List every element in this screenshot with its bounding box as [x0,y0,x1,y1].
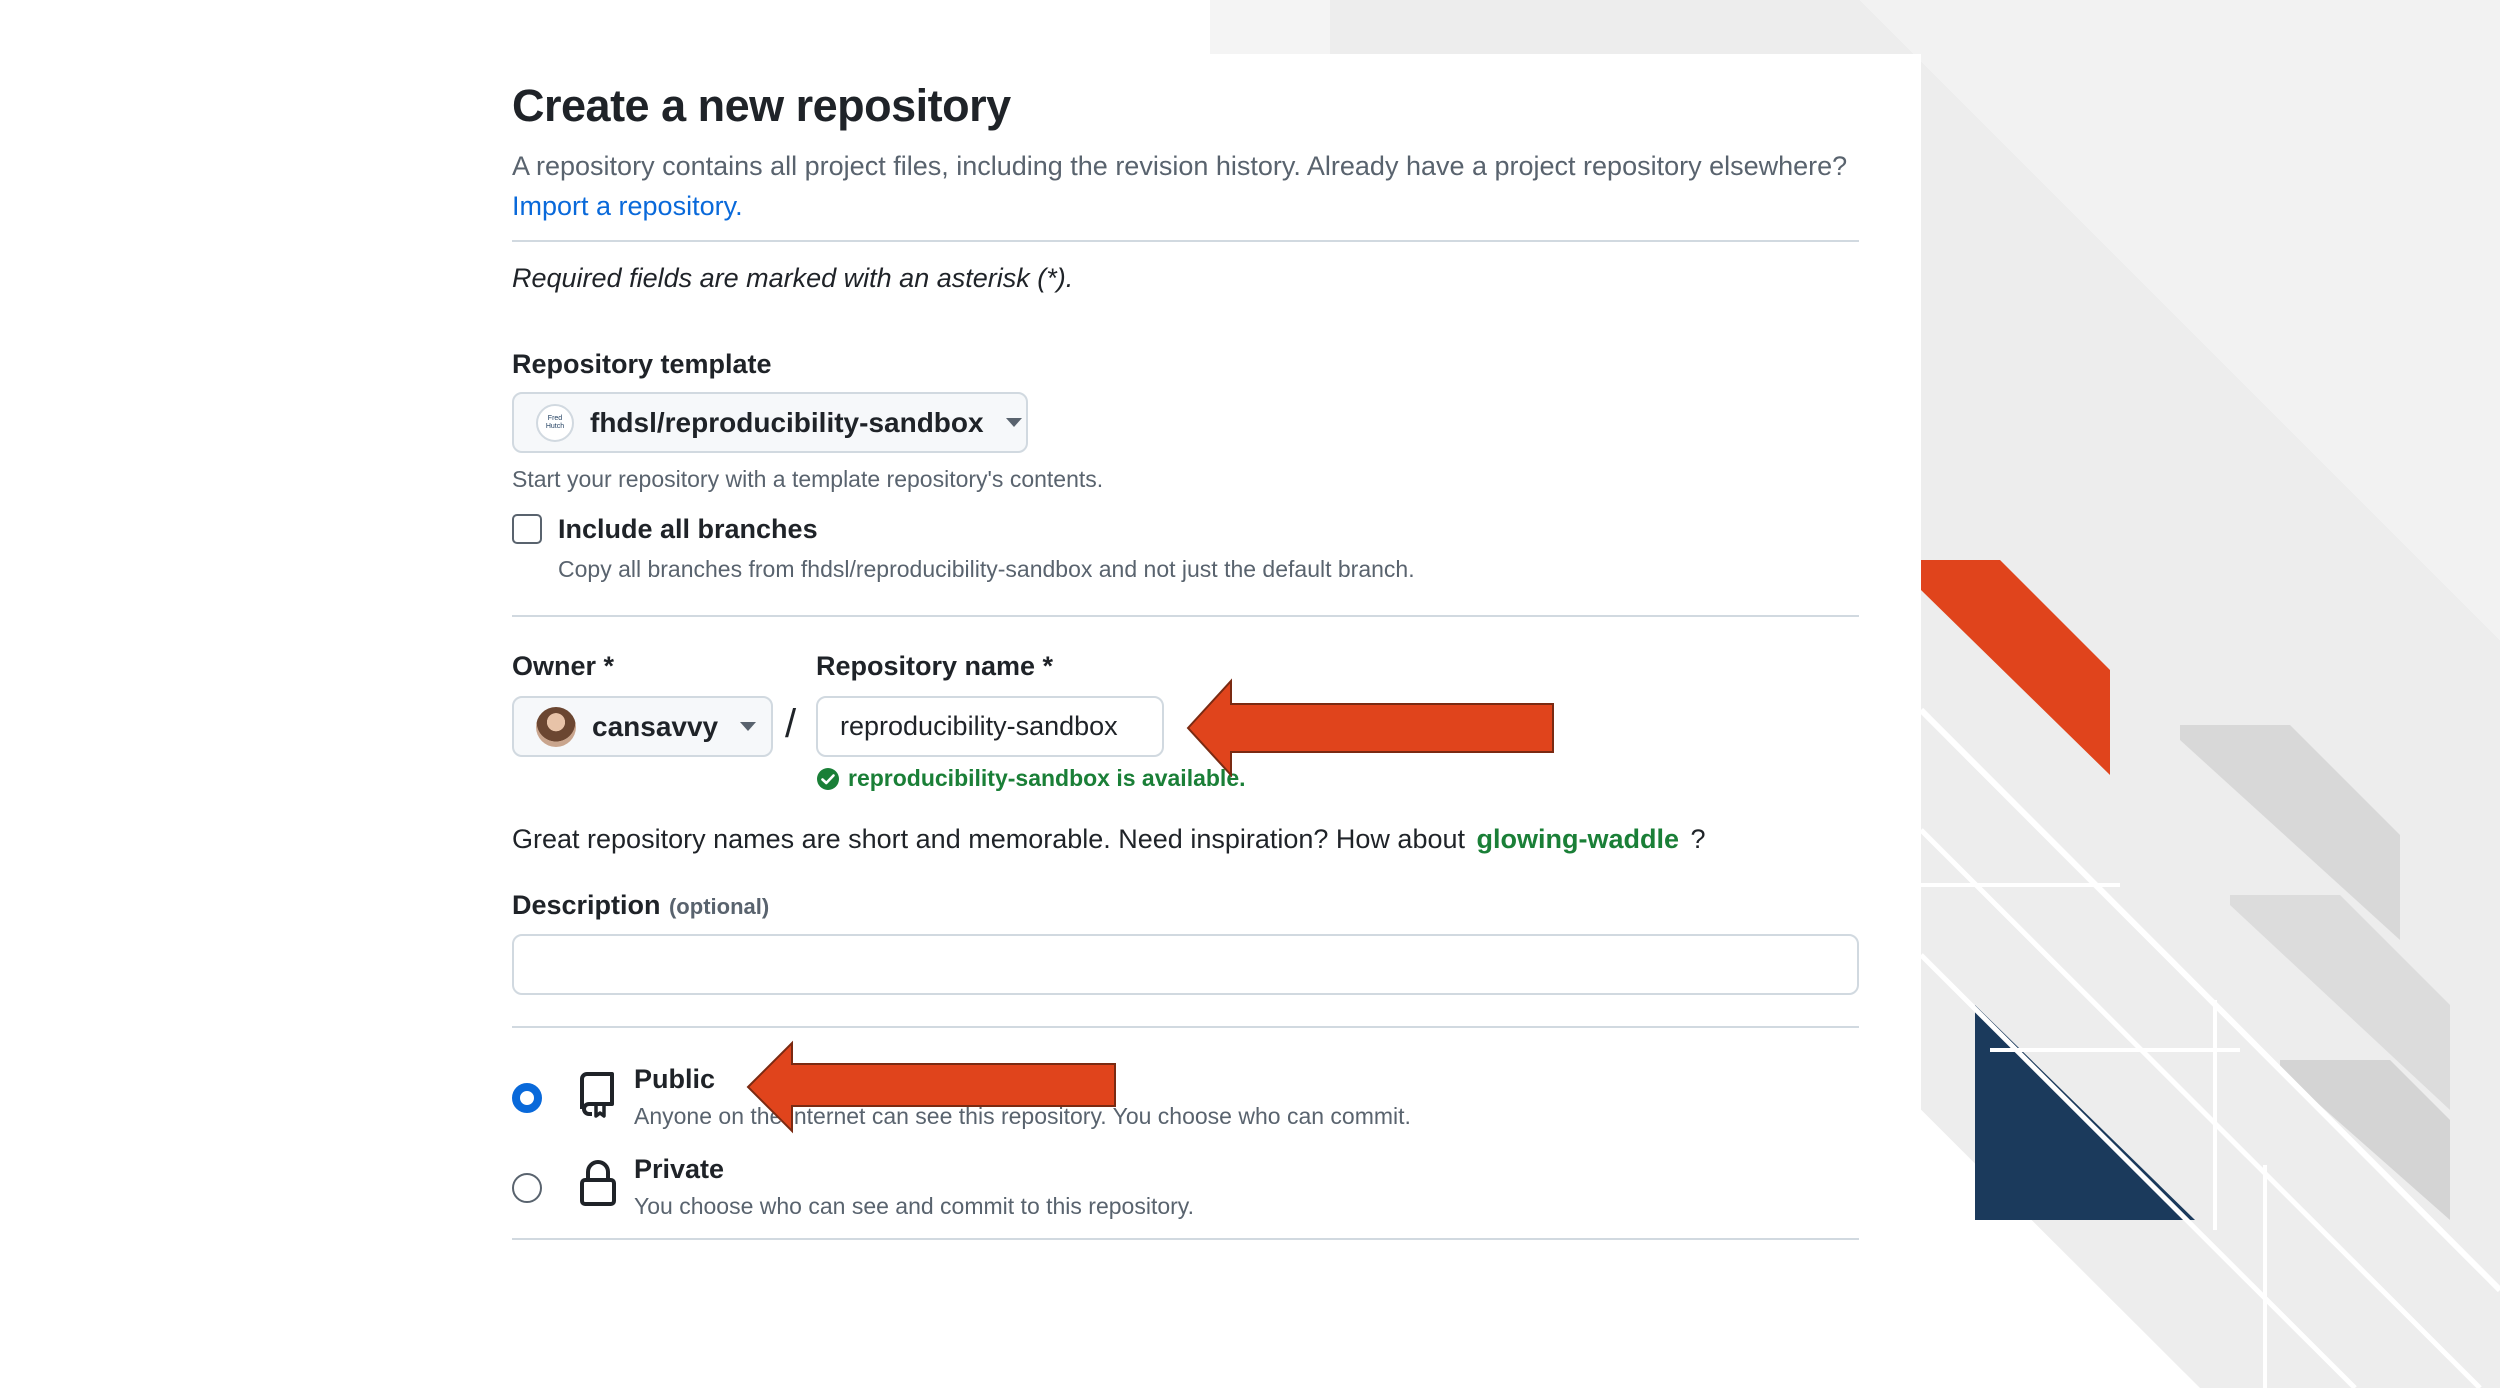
caret-down-icon [1005,418,1022,427]
include-branches-help: Copy all branches from fhdsl/reproducibi… [558,556,1415,582]
template-select[interactable]: Fred Hutch fhdsl/reproducibility-sandbox [512,392,1028,453]
suggestion-suffix: ? [1690,824,1706,854]
check-circle-icon [817,767,839,790]
repo-name-label: Repository name * [816,651,1054,681]
owner-selected: cansavvy [592,710,719,742]
description-input[interactable] [512,934,1859,995]
public-label: Public [634,1064,716,1094]
description-label: Description [512,890,661,920]
lock-icon [580,1160,616,1206]
annotation-arrow-repo-name [1186,678,1554,778]
divider [512,1238,1859,1240]
repo-name-input[interactable]: reproducibility-sandbox [816,696,1164,757]
private-help: You choose who can see and commit to thi… [634,1193,1194,1219]
template-label: Repository template [512,349,772,379]
repo-availability: reproducibility-sandbox is available. [816,765,1246,792]
page-intro: A repository contains all project files,… [512,146,1859,226]
include-branches-label: Include all branches [558,514,818,544]
repo-name-value: reproducibility-sandbox [840,711,1118,741]
page-title: Create a new repository [512,80,1011,131]
annotation-arrow-public [746,1040,1116,1134]
divider [512,615,1859,617]
import-repository-link[interactable]: Import a repository. [512,191,743,221]
owner-label: Owner * [512,651,615,681]
repo-icon [580,1072,614,1118]
template-avatar: Fred Hutch [536,403,574,442]
owner-avatar [536,706,576,747]
owner-repo-separator: / [785,702,797,746]
public-radio[interactable] [512,1083,542,1113]
divider [512,1026,1859,1028]
private-label: Private [634,1154,725,1184]
owner-select[interactable]: cansavvy [512,696,773,757]
template-selected: fhdsl/reproducibility-sandbox [590,406,984,438]
private-radio[interactable] [512,1173,542,1203]
template-help: Start your repository with a template re… [512,466,1104,492]
required-note: Required fields are marked with an aster… [512,263,1074,293]
divider [512,240,1859,242]
caret-down-icon [740,722,757,731]
suggestion-text: Great repository names are short and mem… [512,824,1465,854]
template-avatar-text: Fred Hutch [545,414,565,430]
include-branches-checkbox[interactable] [512,514,542,544]
description-label-group: Description (optional) [512,890,769,921]
suggested-name-button[interactable]: glowing-waddle [1477,824,1680,854]
name-suggestion: Great repository names are short and mem… [512,824,1706,855]
description-optional: (optional) [668,894,770,919]
intro-text: A repository contains all project files,… [512,151,1848,181]
